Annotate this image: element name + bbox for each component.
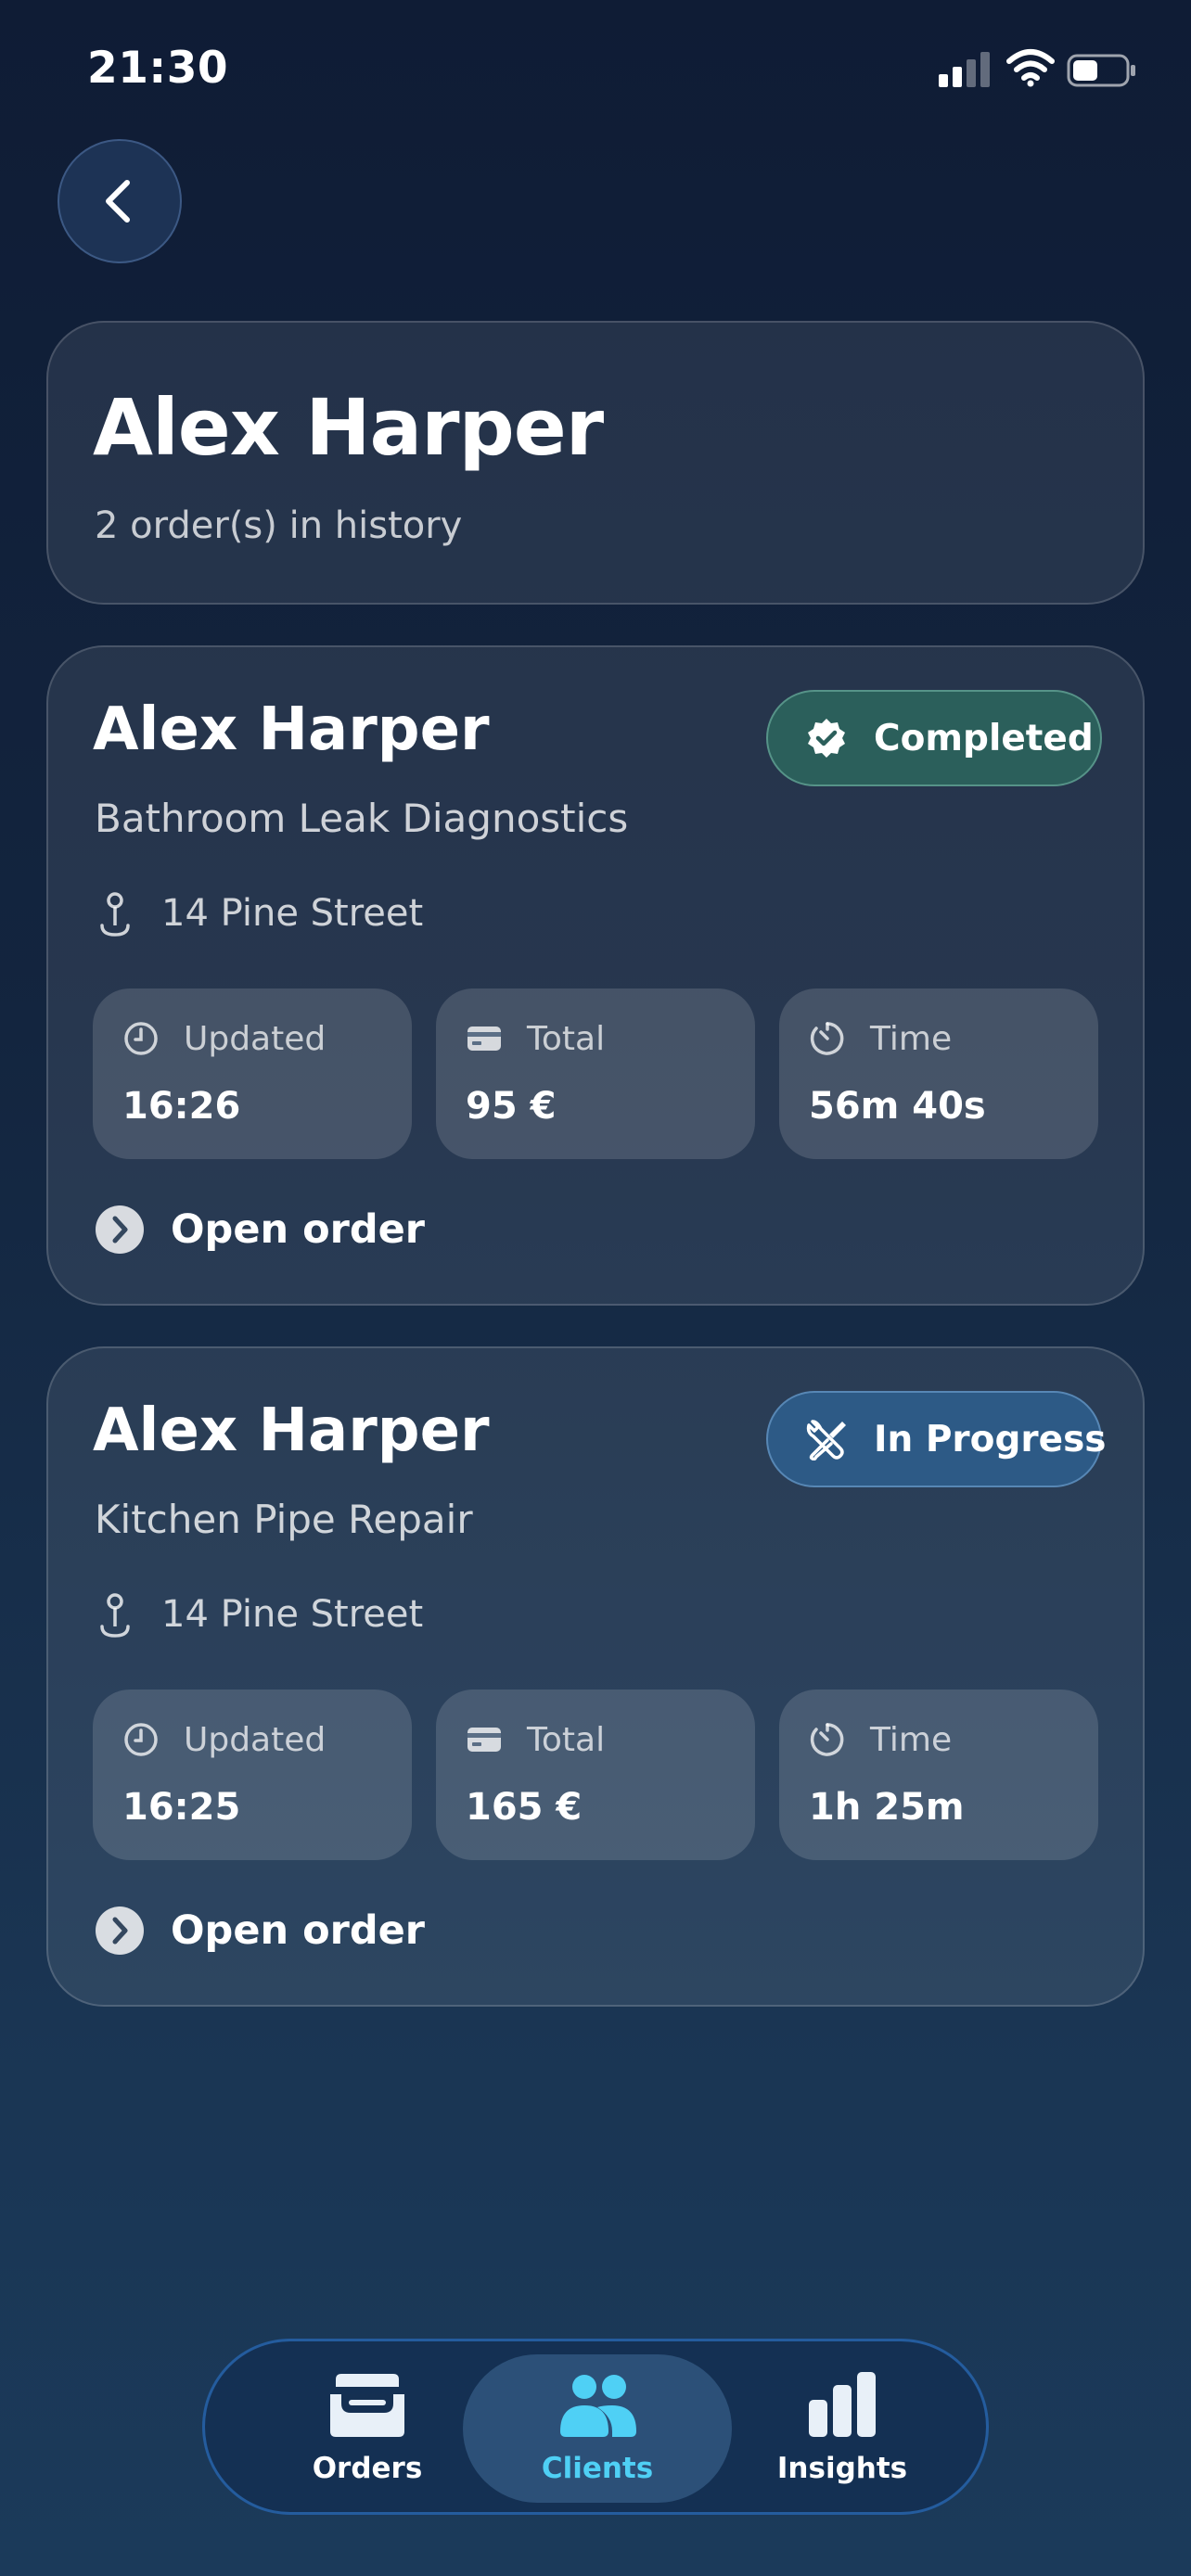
stat-value: 95 € (466, 1085, 557, 1128)
tab-bar: Orders Clients Insights (202, 2339, 989, 2515)
status-badge: In Progress (766, 1391, 1107, 1487)
stat-time: Time 56m 40s (779, 988, 1098, 1159)
order-card[interactable]: Alex Harper In Progress Kitchen Pipe Rep… (46, 1346, 1145, 2007)
stat-label: Total (527, 1020, 606, 1058)
wifi-icon (1006, 49, 1055, 87)
open-order-button[interactable]: Open order (95, 1202, 425, 1257)
chevron-left-icon (106, 180, 130, 223)
stat-total: Total 165 € (436, 1690, 755, 1860)
status-label: Completed (874, 717, 1094, 759)
stat-value: 56m 40s (809, 1085, 986, 1128)
stat-label: Time (870, 1721, 953, 1759)
tab-label: Insights (776, 2452, 908, 2485)
order-address: 14 Pine Street (161, 1593, 424, 1636)
people-icon (560, 2375, 636, 2437)
stat-updated: Updated 16:25 (93, 1690, 412, 1860)
map-pin-icon (100, 1593, 130, 1638)
order-card[interactable]: Alex Harper Completed Bathroom Leak Diag… (46, 645, 1145, 1306)
clock-icon (124, 1022, 158, 1055)
client-header-card: Alex Harper 2 order(s) in history (46, 321, 1145, 605)
order-count: 2 order(s) in history (95, 504, 463, 547)
order-address: 14 Pine Street (161, 892, 424, 935)
bar-chart-icon (809, 2372, 876, 2437)
stat-updated: Updated 16:26 (93, 988, 412, 1159)
chevron-right-circle-icon (96, 1906, 144, 1955)
stat-value: 165 € (466, 1786, 583, 1829)
clock-icon (124, 1723, 158, 1756)
stat-label: Updated (184, 1721, 327, 1759)
stat-time: Time 1h 25m (779, 1690, 1098, 1860)
map-pin-icon (100, 892, 130, 937)
battery-icon (1067, 54, 1135, 87)
timer-icon (810, 1022, 844, 1055)
status-time: 21:30 (87, 43, 229, 94)
tab-clients[interactable]: Clients (463, 2354, 732, 2503)
status-badge: Completed (766, 690, 1102, 786)
stat-total: Total 95 € (436, 988, 755, 1159)
credit-card-icon (467, 1027, 501, 1051)
tab-label: Orders (312, 2452, 423, 2485)
inbox-tray-icon (330, 2374, 404, 2437)
timer-icon (810, 1723, 844, 1756)
stat-value: 1h 25m (809, 1786, 965, 1829)
order-service: Bathroom Leak Diagnostics (95, 796, 629, 841)
order-client-name: Alex Harper (93, 1396, 490, 1465)
open-order-label: Open order (171, 1907, 425, 1954)
stat-label: Updated (184, 1020, 327, 1058)
client-name: Alex Harper (93, 382, 604, 473)
status-label: In Progress (874, 1418, 1107, 1460)
credit-card-icon (467, 1728, 501, 1752)
verified-check-icon (808, 719, 845, 758)
tab-orders[interactable]: Orders (261, 2354, 474, 2503)
order-service: Kitchen Pipe Repair (95, 1497, 473, 1542)
stat-label: Total (527, 1721, 606, 1759)
wrench-screwdriver-icon (806, 1420, 846, 1460)
tab-insights[interactable]: Insights (736, 2354, 949, 2503)
stat-value: 16:26 (122, 1085, 241, 1128)
chevron-right-circle-icon (96, 1205, 144, 1254)
order-client-name: Alex Harper (93, 695, 490, 764)
cellular-signal-icon (939, 52, 990, 87)
open-order-button[interactable]: Open order (95, 1903, 425, 1958)
back-button[interactable] (58, 139, 182, 263)
tab-label: Clients (541, 2452, 654, 2485)
open-order-label: Open order (171, 1206, 425, 1253)
stat-value: 16:25 (122, 1786, 241, 1829)
stat-label: Time (870, 1020, 953, 1058)
